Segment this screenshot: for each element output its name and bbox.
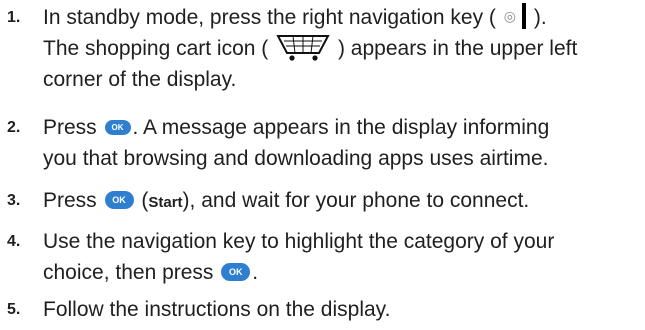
step-line: you that browsing and downloading apps u…	[43, 147, 549, 170]
step-line: choice, then press OK.	[43, 257, 633, 288]
step-text-fragment: .	[252, 261, 259, 284]
step-text: Use the navigation key to highlight the …	[43, 226, 633, 288]
step-text: Press OK (Start), and wait for your phon…	[43, 185, 633, 216]
step-line: Use the navigation key to highlight the …	[43, 230, 555, 253]
step-line: In standby mode, press the right navigat…	[43, 2, 633, 33]
step-text-fragment: (	[135, 189, 149, 212]
step-text: In standby mode, press the right navigat…	[43, 2, 633, 95]
step-text-fragment: Press	[43, 189, 97, 212]
ok-key-icon: OK	[104, 119, 131, 135]
step-text: Follow the instructions on the display.	[43, 294, 633, 325]
step-line: Press OK (Start), and wait for your phon…	[43, 185, 633, 216]
start-softkey-label: Start	[148, 194, 183, 211]
step-text-fragment: In standby mode, press the right navigat…	[43, 6, 496, 29]
step-text-fragment: ), and wait for your phone to connect.	[182, 189, 530, 212]
step-line: Press OK. A message appears in the displ…	[43, 112, 633, 143]
step-text-fragment: ).	[533, 6, 547, 29]
step-text-fragment: ) appears in the upper left	[337, 37, 578, 60]
step-line: corner of the display.	[43, 68, 237, 91]
step-text: Press OK. A message appears in the displ…	[43, 112, 633, 174]
step-line: The shopping cart icon ( ) appears in th…	[43, 33, 633, 64]
step-number: 3.	[7, 192, 21, 209]
step-text-fragment: Press	[43, 116, 97, 139]
ok-key-icon: OK	[221, 263, 251, 282]
step-text-fragment: The shopping cart icon (	[43, 37, 269, 60]
step-text-fragment: choice, then press	[43, 261, 214, 284]
step-line: Follow the instructions on the display.	[43, 298, 391, 321]
nav-key-circle-icon: ◎	[503, 7, 516, 24]
shopping-cart-icon	[276, 35, 330, 62]
ok-key-icon: OK	[104, 191, 134, 210]
step-number: 1.	[7, 9, 21, 26]
right-side-indicator-icon	[521, 3, 526, 30]
step-number: 5.	[7, 301, 21, 318]
step-number: 2.	[7, 119, 21, 136]
step-text-fragment: . A message appears in the display infor…	[132, 116, 550, 139]
step-number: 4.	[7, 233, 21, 250]
right-navigation-key-icon: ◎	[504, 1, 526, 32]
instruction-steps: 1. In standby mode, press the right navi…	[0, 0, 645, 330]
